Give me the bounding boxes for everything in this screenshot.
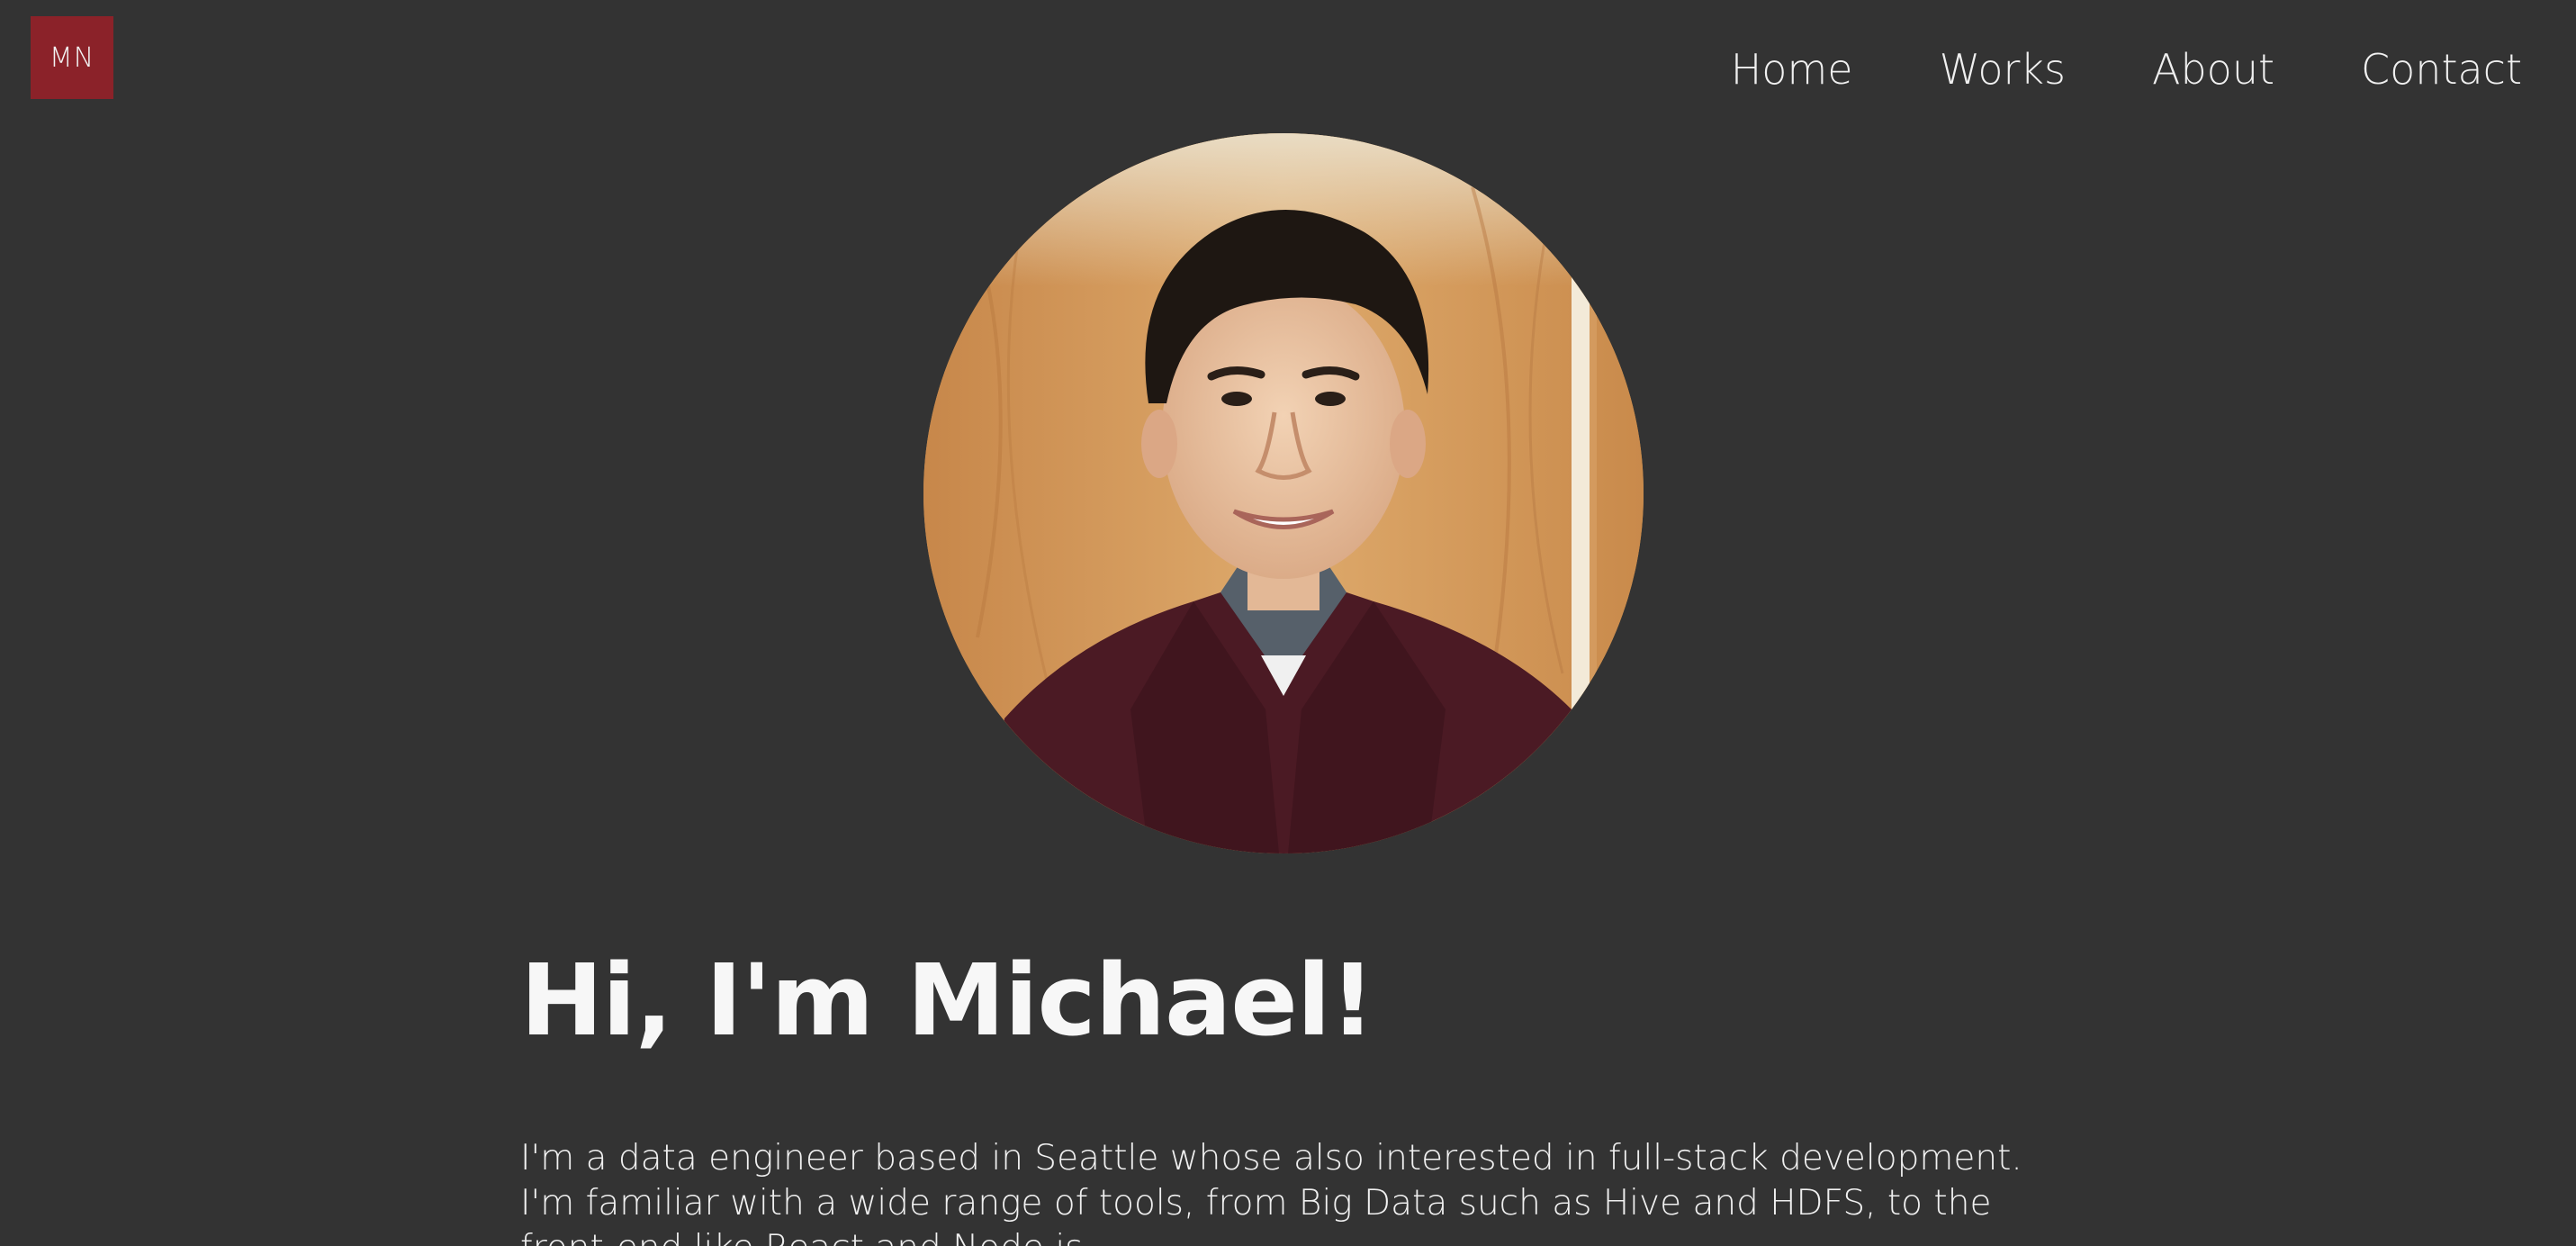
hero-title: Hi, I'm Michael! — [520, 943, 1375, 1058]
nav-link-about[interactable]: About — [2152, 36, 2274, 103]
nav-link-contact[interactable]: Contact — [2361, 36, 2522, 103]
profile-photo-illustration — [923, 133, 1644, 853]
profile-photo — [923, 133, 1644, 853]
page: MN Home Works About Contact Hi, I'm Mich… — [0, 0, 2576, 1246]
nav-link-works[interactable]: Works — [1940, 36, 2066, 103]
main-nav: Home Works About Contact — [1644, 36, 2522, 103]
site-logo[interactable]: MN — [31, 16, 113, 99]
logo-text: MN — [49, 41, 95, 74]
nav-link-home[interactable]: Home — [1731, 36, 1853, 103]
hero-intro: I'm a data engineer based in Seattle who… — [520, 1138, 2022, 1246]
